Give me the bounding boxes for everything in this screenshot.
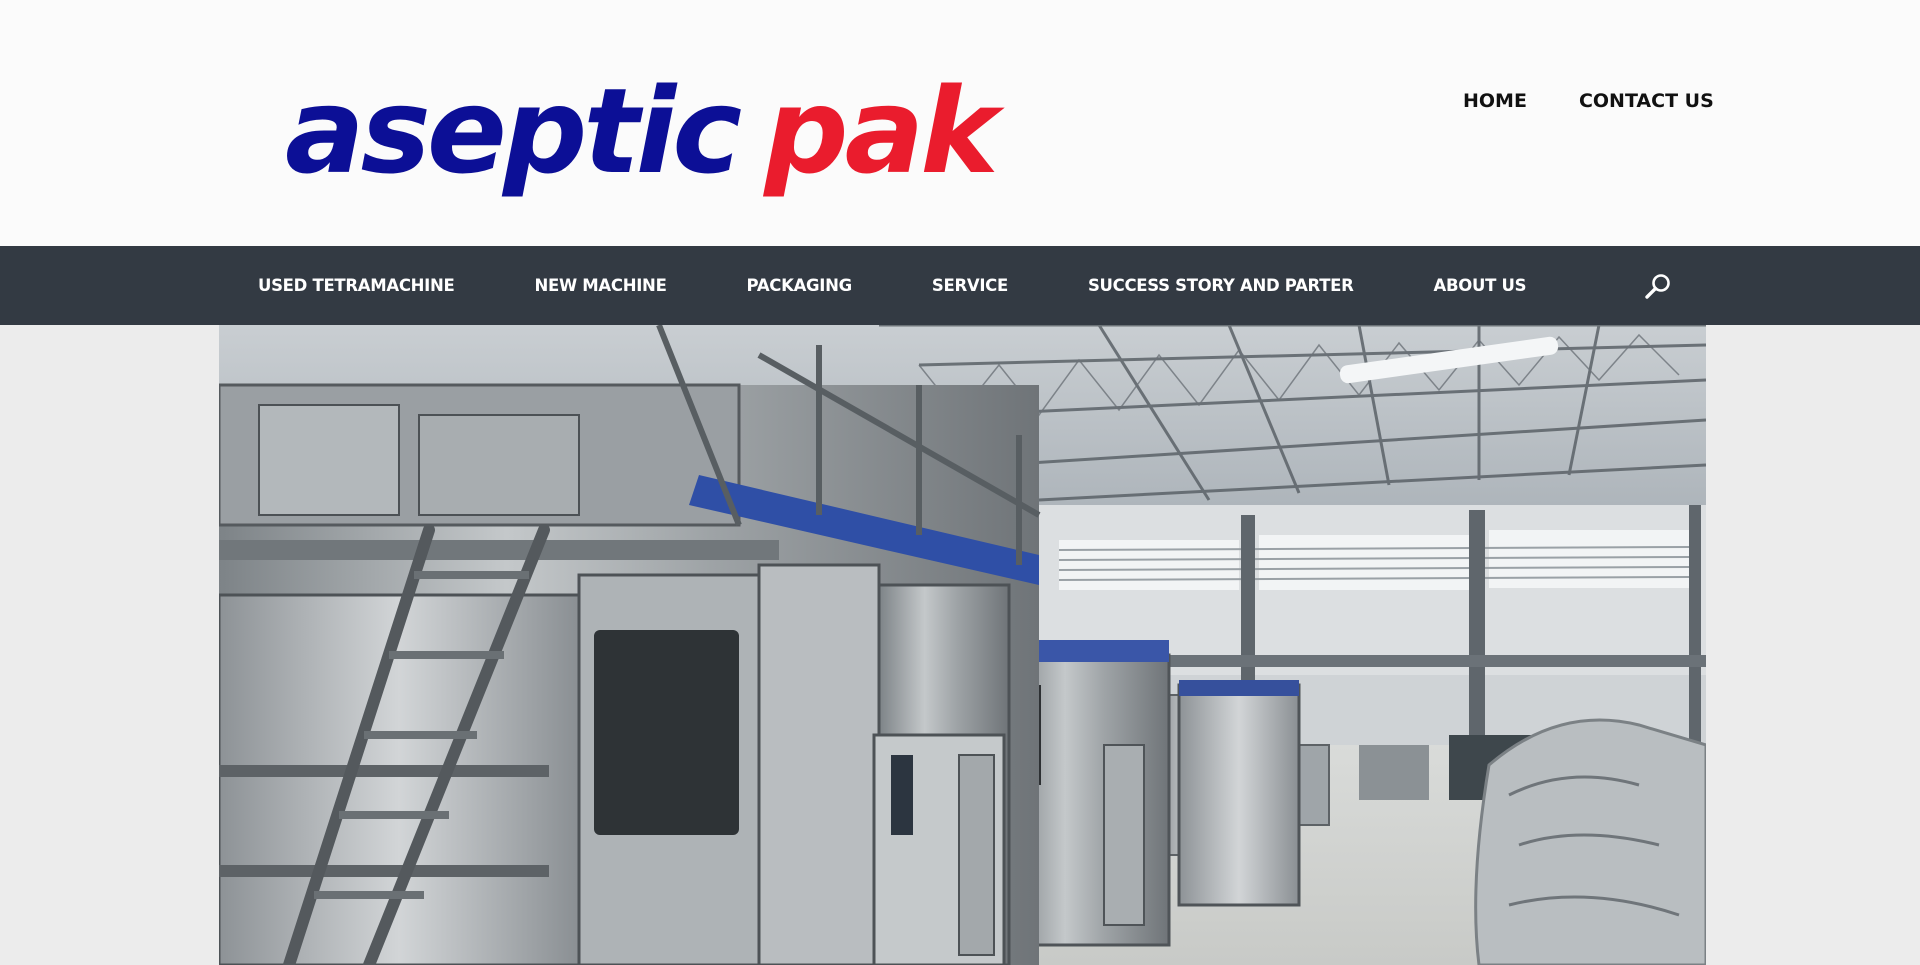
logo-word-aseptic: aseptic [285,62,742,200]
top-nav-home[interactable]: HOME [1463,90,1527,112]
nav-packaging[interactable]: PACKAGING [707,276,892,295]
nav-success-story[interactable]: SUCCESS STORY AND PARTER [1048,276,1394,295]
main-navbar: USED TETRAMACHINE NEW MACHINE PACKAGING … [0,246,1920,325]
nav-about-us[interactable]: ABOUT US [1394,276,1567,295]
hero-image [219,325,1706,965]
top-nav-contact-us[interactable]: CONTACT US [1579,90,1714,112]
site-header: aseptic pak HOME CONTACT US [0,0,1920,246]
nav-used-tetramachine[interactable]: USED TETRAMACHINE [218,276,494,295]
search-button[interactable] [1643,272,1673,302]
top-navigation: HOME CONTACT US [1463,90,1714,112]
main-nav-items: USED TETRAMACHINE NEW MACHINE PACKAGING … [218,246,1566,325]
logo-word-pak: pak [764,62,999,200]
search-icon [1645,274,1670,299]
nav-service[interactable]: SERVICE [892,276,1048,295]
site-logo[interactable]: aseptic pak [285,72,999,190]
factory-image [219,325,1706,965]
nav-new-machine[interactable]: NEW MACHINE [494,276,706,295]
